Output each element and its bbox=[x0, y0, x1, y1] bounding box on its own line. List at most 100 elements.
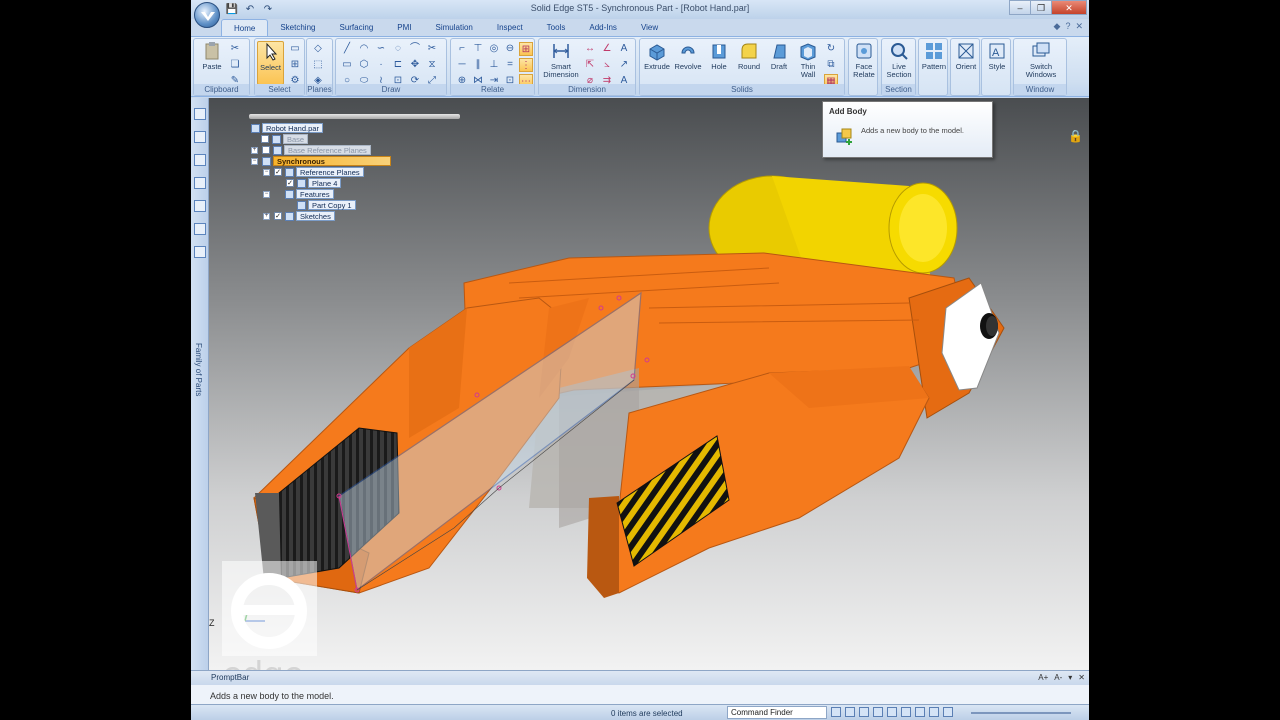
views-icon[interactable] bbox=[194, 200, 206, 212]
angular-coordinate-icon[interactable]: ⦣ bbox=[600, 58, 614, 72]
tab-simulation[interactable]: Simulation bbox=[424, 19, 485, 36]
cut-icon[interactable]: ✂ bbox=[228, 42, 242, 56]
collinear-icon[interactable]: ─ bbox=[455, 58, 469, 72]
collapse-icon[interactable]: − bbox=[263, 190, 270, 198]
tree-item-part-copy[interactable]: Part Copy 1 bbox=[297, 200, 356, 210]
connect-icon[interactable]: ⌐ bbox=[455, 42, 469, 56]
lip-icon[interactable]: ⧉ bbox=[824, 58, 838, 72]
selection-filter-icon[interactable]: ⊞ bbox=[288, 58, 302, 72]
arc-icon[interactable]: ◠ bbox=[357, 42, 371, 56]
orient-button[interactable]: Orient bbox=[951, 41, 981, 71]
zoom-icon[interactable] bbox=[845, 707, 855, 717]
perpendicular-icon[interactable]: ⊥ bbox=[487, 58, 501, 72]
zoom-area-icon[interactable] bbox=[831, 707, 841, 717]
line-icon[interactable]: ╱ bbox=[340, 42, 354, 56]
font-decrease-icon[interactable]: A- bbox=[1054, 673, 1062, 682]
family-of-parts-tab[interactable]: Family of Parts bbox=[194, 343, 203, 396]
sketch-view-icon[interactable] bbox=[929, 707, 939, 717]
tab-home[interactable]: Home bbox=[221, 19, 269, 36]
views-icon[interactable] bbox=[901, 707, 911, 717]
tab-inspect[interactable]: Inspect bbox=[485, 19, 535, 36]
fit-icon[interactable] bbox=[859, 707, 869, 717]
curve-icon[interactable]: ∽ bbox=[374, 42, 388, 56]
layers-icon[interactable] bbox=[194, 131, 206, 143]
minimize-button[interactable]: – bbox=[1009, 0, 1031, 15]
offset-icon[interactable]: ⊏ bbox=[391, 58, 405, 72]
expand-icon[interactable]: + bbox=[251, 146, 258, 154]
move-icon[interactable]: ✥ bbox=[408, 58, 422, 72]
tab-tools[interactable]: Tools bbox=[535, 19, 578, 36]
tab-sketching[interactable]: Sketching bbox=[268, 19, 327, 36]
rib-icon[interactable]: ↻ bbox=[824, 42, 838, 56]
tangent-icon[interactable]: ⊖ bbox=[503, 42, 517, 56]
collapse-icon[interactable]: − bbox=[251, 157, 258, 165]
ribbon-close-icon[interactable]: ✕ bbox=[1075, 21, 1083, 32]
live-section-button[interactable]: Live Section bbox=[884, 41, 914, 79]
pan-icon[interactable] bbox=[873, 707, 883, 717]
pathfinder-icon[interactable] bbox=[194, 108, 206, 120]
text-icon[interactable]: A bbox=[617, 42, 631, 56]
thin-wall-button[interactable]: Thin Wall bbox=[793, 41, 823, 79]
polygon-icon[interactable]: ⬡ bbox=[357, 58, 371, 72]
circle-arc-icon[interactable]: ◌ bbox=[391, 42, 405, 56]
plane-offset-icon[interactable]: ⬚ bbox=[311, 58, 325, 72]
revolve-button[interactable]: Revolve bbox=[673, 41, 703, 71]
sensors-icon[interactable] bbox=[194, 154, 206, 166]
feature-library-icon[interactable] bbox=[194, 223, 206, 235]
collapse-icon[interactable]: − bbox=[263, 168, 270, 176]
pathfinder-handle[interactable] bbox=[249, 114, 460, 119]
copy-icon[interactable]: ❏ bbox=[228, 58, 242, 72]
plane4-checkbox[interactable]: ✓ bbox=[286, 179, 294, 187]
plane-icon[interactable]: ◇ bbox=[311, 42, 325, 56]
help-icon[interactable]: ? bbox=[1065, 21, 1070, 32]
base-ref-planes-checkbox[interactable] bbox=[262, 146, 270, 154]
round-button[interactable]: Round bbox=[734, 41, 764, 71]
tree-item-plane4[interactable]: ✓ Plane 4 bbox=[286, 178, 342, 188]
sketch-plane-icon[interactable] bbox=[943, 707, 953, 717]
smart-dimension-button[interactable]: Smart Dimension bbox=[542, 41, 580, 79]
base-checkbox[interactable] bbox=[261, 135, 269, 143]
face-relate-button[interactable]: Face Relate bbox=[849, 41, 879, 79]
font-increase-icon[interactable]: A+ bbox=[1038, 673, 1048, 682]
tree-item-base-ref-planes[interactable]: + Base Reference Planes bbox=[251, 145, 371, 155]
concentric-icon[interactable]: ◎ bbox=[487, 42, 501, 56]
angle-between-icon[interactable]: ∠ bbox=[600, 42, 614, 56]
extrude-button[interactable]: Extrude bbox=[642, 41, 672, 71]
reference-planes-checkbox[interactable]: ✓ bbox=[274, 168, 282, 176]
hole-button[interactable]: Hole bbox=[704, 41, 734, 71]
prompt-close-icon[interactable]: ✕ bbox=[1078, 673, 1085, 682]
paste-button[interactable]: Paste bbox=[197, 41, 227, 71]
point-icon[interactable]: · bbox=[374, 58, 388, 72]
rotate-view-icon[interactable] bbox=[887, 707, 897, 717]
command-finder-input[interactable]: Command Finder bbox=[727, 706, 827, 719]
fillet-icon[interactable]: ⌒ bbox=[408, 42, 422, 56]
tree-root[interactable]: Robot Hand.par bbox=[251, 123, 323, 133]
annotation-icon[interactable]: ↗ bbox=[617, 58, 631, 72]
relation-handles-icon[interactable]: ⋮ bbox=[519, 58, 533, 72]
tab-add-ins[interactable]: Add-Ins bbox=[577, 19, 629, 36]
3d-viewport[interactable]: Z Robot Hand.par Base + Base Reference P… bbox=[209, 98, 1089, 670]
restore-button[interactable]: ❐ bbox=[1030, 0, 1052, 15]
switch-windows-button[interactable]: Switch Windows bbox=[1019, 41, 1063, 79]
tree-item-sketches[interactable]: + ✓ Sketches bbox=[263, 211, 335, 221]
tab-view[interactable]: View bbox=[629, 19, 670, 36]
application-button[interactable] bbox=[194, 2, 220, 28]
mirror-icon[interactable]: ⧖ bbox=[425, 58, 439, 72]
equal-icon[interactable]: = bbox=[503, 58, 517, 72]
trim-icon[interactable]: ✂ bbox=[425, 42, 439, 56]
tab-pmi[interactable]: PMI bbox=[385, 19, 423, 36]
style-button[interactable]: A Style bbox=[982, 41, 1012, 71]
close-button[interactable]: ✕ bbox=[1051, 0, 1087, 15]
coordinate-dim-icon[interactable]: ⇱ bbox=[583, 58, 597, 72]
pattern-button[interactable]: Pattern bbox=[919, 41, 949, 71]
shading-icon[interactable] bbox=[915, 707, 925, 717]
tree-item-synchronous[interactable]: − Synchronous bbox=[251, 156, 391, 166]
distance-between-icon[interactable]: ↔ bbox=[583, 42, 597, 56]
options-icon[interactable]: ◆ bbox=[1054, 21, 1061, 32]
options-arrow-icon[interactable]: ▾ bbox=[1068, 673, 1072, 682]
tree-item-base[interactable]: Base bbox=[261, 134, 309, 144]
selection-box-icon[interactable]: ▭ bbox=[288, 42, 302, 56]
horizontal-vertical-icon[interactable]: ⊤ bbox=[471, 42, 485, 56]
tree-item-features[interactable]: − Features bbox=[263, 189, 334, 199]
family-of-parts-icon[interactable] bbox=[194, 246, 206, 258]
